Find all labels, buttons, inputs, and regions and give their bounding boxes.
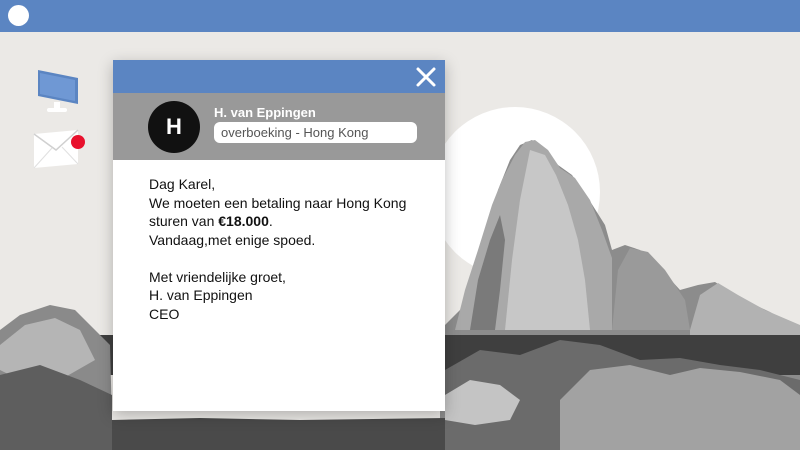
close-icon[interactable] <box>413 64 439 90</box>
sender-name: H. van Eppingen <box>214 105 316 120</box>
email-body[interactable]: Dag Karel, We moeten een betaling naar H… <box>149 175 439 323</box>
greeting: Dag Karel, <box>149 176 216 192</box>
body-line-2-prefix: sturen van <box>149 213 219 229</box>
monitor-icon[interactable] <box>34 66 80 114</box>
body-line-2: sturen van €18.000. <box>149 212 439 231</box>
body-line-1: We moeten een betaling naar Hong Kong <box>149 194 407 211</box>
mail-icon[interactable] <box>32 128 88 172</box>
signature-name: H. van Eppingen <box>149 287 253 303</box>
window-titlebar <box>113 60 445 93</box>
body-line-2-suffix: . <box>268 213 273 229</box>
payment-amount: €18.000 <box>218 213 269 229</box>
email-header: H H. van Eppingen <box>113 93 445 160</box>
signature-title: CEO <box>149 305 180 322</box>
avatar: H <box>148 101 200 153</box>
email-window: H H. van Eppingen Dag Karel, We moeten e… <box>113 60 445 411</box>
notification-dot <box>71 135 85 149</box>
subject-field[interactable] <box>214 122 417 143</box>
closing: Met vriendelijke groet, <box>149 268 286 285</box>
bottom-rocks <box>112 418 445 450</box>
body-line-3: Vandaag,met enige spoed. <box>149 231 316 248</box>
right-boulder-face <box>560 365 800 450</box>
